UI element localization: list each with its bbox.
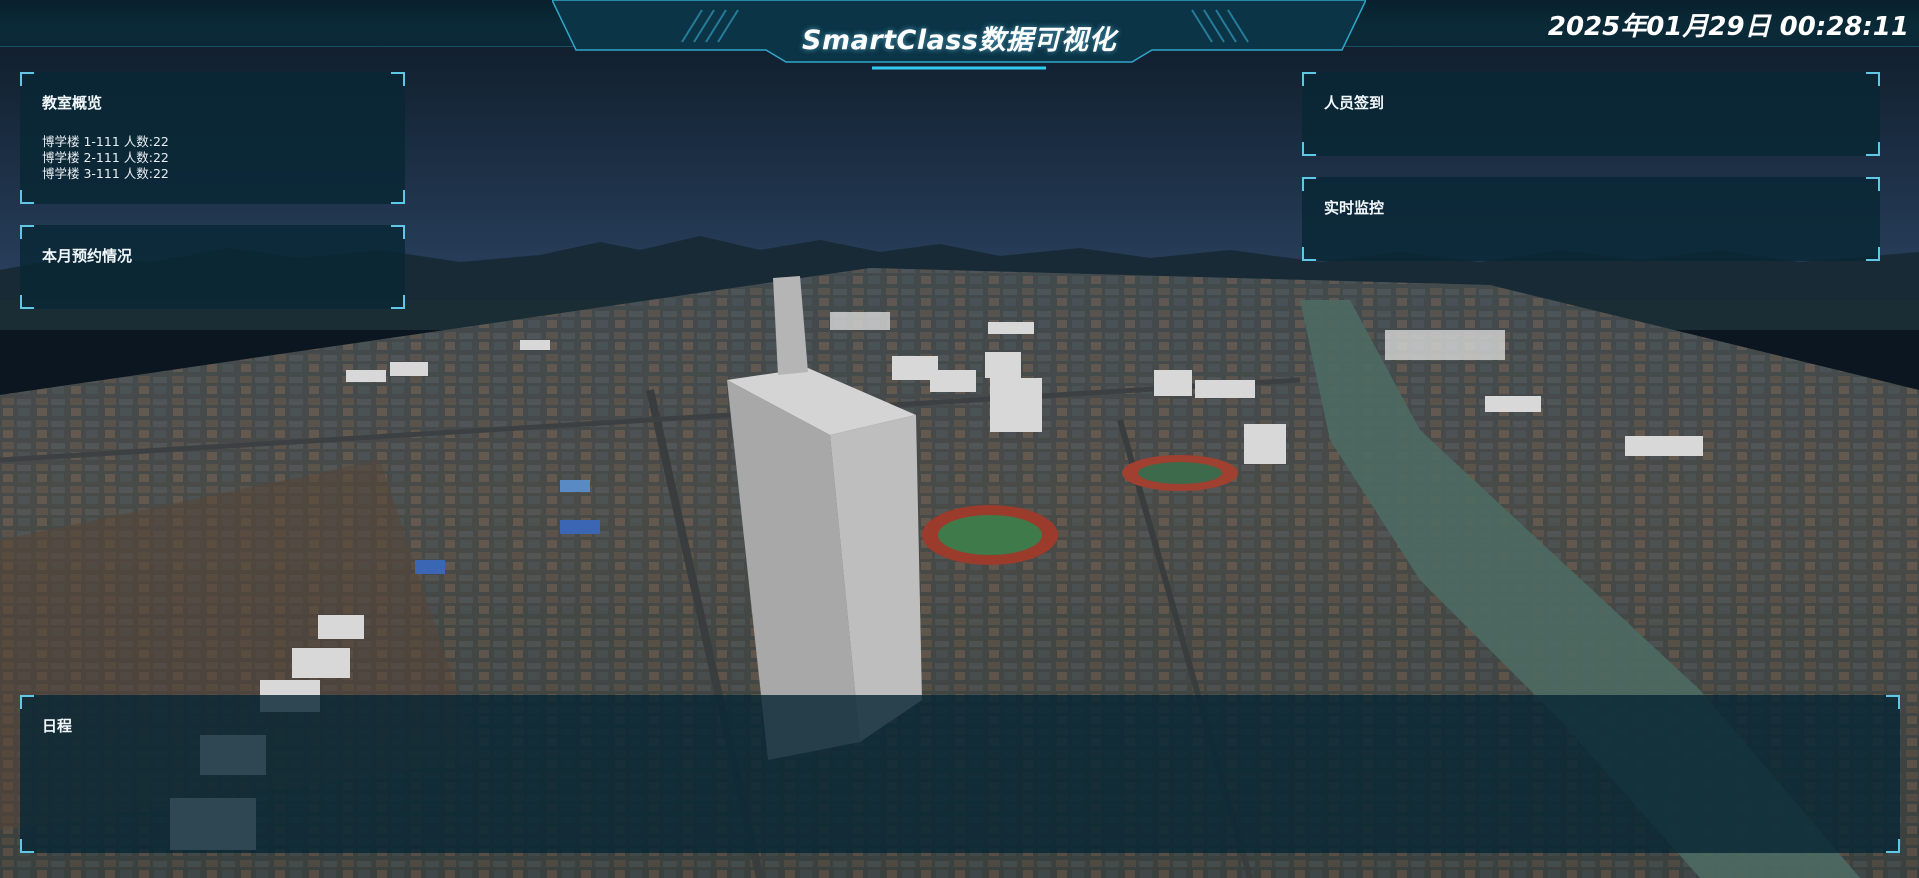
classroom-list: 博学楼 1-111 人数:22 博学楼 2-111 人数:22 博学楼 3-11… (42, 134, 169, 182)
monthly-booking-panel: 本月预约情况 (20, 225, 405, 309)
corner-decoration (1302, 142, 1316, 156)
corner-decoration (20, 695, 34, 709)
corner-decoration (1302, 247, 1316, 261)
panel-title: 人员签到 (1324, 94, 1385, 112)
corner-decoration (391, 295, 405, 309)
corner-decoration (1866, 72, 1880, 86)
datetime-display: 2025年01月29日 00:28:11 (1547, 12, 1909, 42)
panel-title: 实时监控 (1324, 199, 1385, 217)
classroom-row: 博学楼 1-111 人数:22 (42, 134, 169, 149)
corner-decoration (1866, 177, 1880, 191)
checkin-panel: 人员签到 (1302, 72, 1880, 156)
corner-decoration (20, 72, 34, 86)
corner-decoration (391, 225, 405, 239)
corner-decoration (1886, 695, 1900, 709)
corner-decoration (1302, 72, 1316, 86)
corner-decoration (20, 295, 34, 309)
classroom-row: 博学楼 3-111 人数:22 (42, 166, 169, 181)
corner-decoration (391, 190, 405, 204)
realtime-monitor-panel: 实时监控 (1302, 177, 1880, 261)
panel-title: 日程 (42, 717, 73, 735)
top-header-bar: SmartClass数据可视化 2025年01月29日 00:28:11 (0, 0, 1919, 70)
classroom-row: 博学楼 2-111 人数:22 (42, 150, 169, 165)
corner-decoration (1866, 142, 1880, 156)
classroom-overview-panel: 教室概览 博学楼 1-111 人数:22 博学楼 2-111 人数:22 博学楼… (20, 72, 405, 204)
corner-decoration (20, 225, 34, 239)
corner-decoration (1886, 839, 1900, 853)
corner-decoration (20, 190, 34, 204)
corner-decoration (20, 839, 34, 853)
schedule-panel: 日程 (20, 695, 1900, 853)
panel-title: 教室概览 (42, 94, 103, 112)
panel-title: 本月预约情况 (42, 247, 133, 265)
title-frame: SmartClass数据可视化 (551, 0, 1367, 72)
corner-decoration (1302, 177, 1316, 191)
page-title: SmartClass数据可视化 (802, 25, 1116, 56)
corner-decoration (391, 72, 405, 86)
corner-decoration (1866, 247, 1880, 261)
